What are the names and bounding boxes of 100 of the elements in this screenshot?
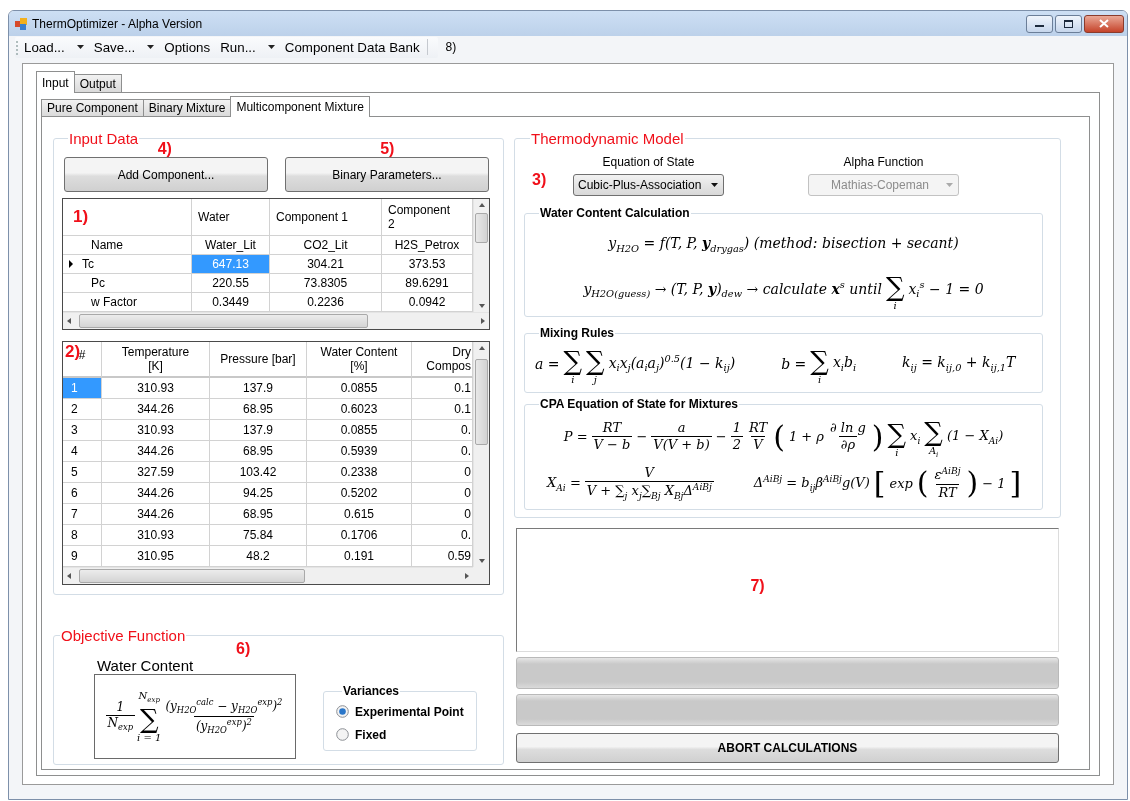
tab[interactable]: Output <box>73 74 122 92</box>
group-title: Thermodynamic Model <box>530 130 685 147</box>
row-header[interactable]: 2 <box>63 399 102 420</box>
table-cell: 137.9 <box>210 420 307 441</box>
dropdown[interactable]: Cubic-Plus-Association <box>573 174 724 196</box>
group-title: Water Content Calculation <box>539 206 691 220</box>
annotation-label: 8) <box>445 40 457 54</box>
annotation-label: 2) <box>65 344 81 360</box>
scroll-thumb[interactable] <box>475 213 488 243</box>
menu-button[interactable]: Run... <box>215 37 280 57</box>
menu-button[interactable]: Component Data Bank <box>279 37 425 57</box>
close-icon <box>1099 19 1109 28</box>
row-header[interactable]: 5 <box>63 462 102 483</box>
table-cell[interactable]: CO2_Lit <box>270 236 382 255</box>
tab[interactable]: Pure Component <box>41 99 144 116</box>
row-header[interactable]: 8 <box>63 525 102 546</box>
table-cell: 310.93 <box>102 420 210 441</box>
scroll-thumb[interactable] <box>475 359 488 445</box>
formula: X$_{Ai}$ = V V + ∑$_{j}$ x$_{j}$∑$_{Bj}$ X$_{Bj}$Δ$^{AiBj}$ <box>547 464 714 503</box>
radio-button[interactable] <box>336 728 349 741</box>
abort-button[interactable]: ABORT CALCULATIONS <box>516 733 1059 763</box>
formula: k$_{ij}$ = k$_{ij,0}$ + k$_{ij,1}$T <box>902 354 1016 373</box>
window-title: ThermOptimizer - Alpha Version <box>32 16 203 31</box>
table-cell: 137.9 <box>210 378 307 399</box>
annotation-label: 1) <box>73 209 89 225</box>
scroll-thumb[interactable] <box>79 314 368 328</box>
minimize-button[interactable] <box>1026 14 1053 33</box>
table-cell: 68.95 <box>210 399 307 420</box>
table-cell[interactable]: 220.55 <box>192 274 270 293</box>
table-cell: 344.26 <box>102 483 210 504</box>
group-title: Mixing Rules <box>539 326 615 340</box>
menu-button[interactable]: Load... <box>19 37 89 57</box>
radio-label[interactable]: Experimental Point <box>355 704 464 719</box>
menu-button[interactable]: Save... <box>88 37 160 57</box>
table-cell: 310.93 <box>102 525 210 546</box>
row-header[interactable]: Pc <box>63 274 192 293</box>
close-button[interactable] <box>1084 14 1124 33</box>
table-cell: 103.42 <box>210 462 307 483</box>
radio-label[interactable]: Fixed <box>355 727 387 742</box>
radio-button[interactable] <box>336 705 349 718</box>
column-header[interactable]: Dry Compos <box>412 345 471 373</box>
maximize-button[interactable] <box>1055 14 1082 33</box>
action-button[interactable]: Add Component... <box>64 157 268 192</box>
app-icon <box>15 17 27 30</box>
group-title: CPA Equation of State for Mixtures <box>539 397 739 411</box>
formula: y$_{H2O(guess)}$ → (T, P, y)$_{dew}$ → calculate x$^{s}$ until∑ i x$_{i}$$^{s}$ − 1 = 0 <box>583 271 984 311</box>
table-cell: 0.1706 <box>307 525 412 546</box>
table-cell: 0.615 <box>307 504 412 525</box>
table-cell: 0.0855 <box>307 420 412 441</box>
table-cell: 68.95 <box>210 504 307 525</box>
formula-caption: Water Content <box>97 657 195 674</box>
column-header[interactable]: Pressure [bar] <box>220 352 296 366</box>
action-button[interactable]: Binary Parameters... <box>285 157 489 192</box>
annotation-label: 7) <box>750 577 765 595</box>
column-header[interactable]: Component 1 <box>270 199 382 236</box>
vertical-scrollbar[interactable] <box>473 199 489 312</box>
formula: b =∑ i x$_{i}$b$_{i}$ <box>781 345 857 385</box>
table-cell: 68.95 <box>210 441 307 462</box>
maximize-icon <box>1064 19 1073 28</box>
table-cell: 344.26 <box>102 441 210 462</box>
table-cell: 310.93 <box>102 378 210 399</box>
grip-icon <box>15 39 19 55</box>
row-header[interactable]: Name <box>63 236 192 255</box>
table-cell[interactable]: 73.8305 <box>270 274 382 293</box>
table-cell: 75.84 <box>210 525 307 546</box>
column-header[interactable]: Water Content [%] <box>320 345 398 373</box>
tab[interactable]: Multicomponent Mixture <box>230 96 370 117</box>
table-cell: 94.25 <box>210 483 307 504</box>
tab[interactable]: Binary Mixture <box>142 99 232 116</box>
formula: a =∑ i ∑ j x$_{i}$x$_{j}$(a$_{i}$a$_{j}$)$^{0.5}$(1 − k$_{ij}$) <box>535 345 736 385</box>
menu-button[interactable]: Options <box>159 37 216 57</box>
annotation-label: 6) <box>236 641 252 657</box>
table-cell: 0.5939 <box>307 441 412 462</box>
table-cell: 0.5202 <box>307 483 412 504</box>
row-header[interactable]: 4 <box>63 441 102 462</box>
row-header[interactable]: 6 <box>63 483 102 504</box>
column-header[interactable]: Temperature [K] <box>116 345 195 373</box>
row-header[interactable]: 7 <box>63 504 102 525</box>
scroll-thumb[interactable] <box>79 569 305 583</box>
table-cell: 0.6023 <box>307 399 412 420</box>
column-header[interactable]: Water <box>192 199 270 236</box>
table-cell: 344.26 <box>102 399 210 420</box>
tab[interactable]: Input <box>36 71 75 93</box>
horizontal-scrollbar[interactable] <box>63 312 489 329</box>
row-header[interactable]: Tc <box>63 255 192 274</box>
field-label: Alpha Function <box>843 155 924 169</box>
vertical-scrollbar[interactable] <box>473 342 489 567</box>
annotation-label: 3) <box>531 172 548 188</box>
annotation-label: 4) <box>156 141 173 157</box>
row-header[interactable]: 3 <box>63 420 102 441</box>
horizontal-scrollbar[interactable] <box>63 567 473 584</box>
column-header[interactable]: # <box>78 348 86 362</box>
caret-icon <box>711 183 718 187</box>
group-title: Input Data <box>68 130 140 147</box>
table-cell: 0.0855 <box>307 378 412 399</box>
table-cell[interactable]: 304.21 <box>270 255 382 274</box>
caret-icon <box>946 183 953 187</box>
group-title: Objective Function <box>60 627 187 644</box>
annotation-label: 5) <box>379 141 396 157</box>
field-label: Equation of State <box>602 155 695 169</box>
